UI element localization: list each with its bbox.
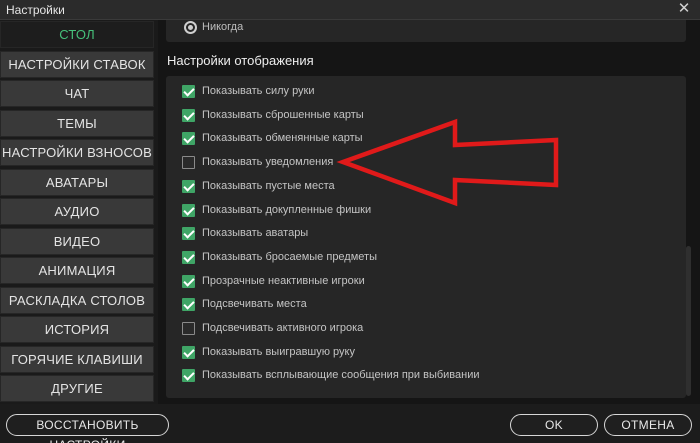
checkbox[interactable] [182, 203, 195, 217]
footer-bar: ВОССТАНОВИТЬ НАСТРОЙКИ OK ОТМЕНА [0, 404, 700, 443]
checkbox[interactable] [182, 85, 195, 98]
sidebar-item-hotkeys[interactable]: ГОРЯЧИЕ КЛАВИШИ [0, 345, 154, 373]
scrollbar-thumb[interactable] [686, 246, 691, 396]
option-label: Показывать пустые места [202, 179, 335, 192]
checkbox[interactable] [182, 227, 195, 241]
sidebar-item-history[interactable]: ИСТОРИЯ [0, 316, 154, 343]
option-label: Показывать всплывающие сообщения при выб… [202, 369, 480, 382]
radio-never[interactable] [184, 21, 197, 34]
settings-content: Никогда Настройки отображения Показывать… [158, 20, 700, 404]
checkbox[interactable] [182, 274, 195, 288]
cancel-button[interactable]: ОТМЕНА [604, 414, 692, 436]
sidebar-item-themes[interactable]: ТЕМЫ [0, 109, 154, 137]
option-winning-hand[interactable]: Показывать выигравшую руку [182, 344, 682, 362]
sidebar-item-table[interactable]: СТОЛ [0, 21, 154, 48]
option-label: Показывать бросаемые предметы [202, 250, 377, 263]
display-settings-panel: Показывать силу руки Показывать сброшенн… [166, 76, 686, 398]
option-label: Подсвечивать места [202, 298, 307, 311]
option-knockout-popups[interactable]: Показывать всплывающие сообщения при выб… [182, 367, 682, 385]
option-empty-seats[interactable]: Показывать пустые места [182, 178, 682, 196]
window-title: Настройки [6, 3, 65, 17]
sidebar-item-chat[interactable]: ЧАТ [0, 80, 154, 107]
option-label: Подсвечивать активного игрока [202, 322, 364, 334]
checkbox[interactable] [182, 179, 195, 193]
sidebar-item-bet-settings[interactable]: НАСТРОЙКИ СТАВОК [0, 50, 154, 78]
option-rebuy-chips[interactable]: Показывать докупленные фишки [182, 202, 682, 220]
checkbox[interactable] [182, 322, 195, 335]
checkbox[interactable] [182, 132, 195, 146]
checkbox[interactable] [182, 298, 195, 312]
sidebar-item-avatars[interactable]: АВАТАРЫ [0, 168, 154, 196]
sidebar-item-buyin-settings[interactable]: НАСТРОЙКИ ВЗНОСОВ [0, 139, 154, 166]
option-label: Показывать уведомления [202, 156, 334, 169]
option-label: Показывать аватары [202, 227, 309, 240]
option-label: Показывать выигравшую руку [202, 345, 355, 358]
option-folded-cards[interactable]: Показывать сброшенные карты [182, 107, 682, 125]
option-label: Показывать силу руки [202, 85, 315, 97]
restore-settings-button[interactable]: ВОССТАНОВИТЬ НАСТРОЙКИ [6, 414, 169, 443]
section-title: Настройки отображения [167, 53, 314, 68]
sidebar-item-audio[interactable]: АУДИО [0, 198, 154, 225]
radio-never-label: Никогда [202, 21, 244, 33]
sidebar-item-table-layout[interactable]: РАСКЛАДКА СТОЛОВ [0, 286, 154, 314]
option-notifications[interactable]: Показывать уведомления [182, 154, 682, 172]
option-label: Прозрачные неактивные игроки [202, 274, 365, 287]
sidebar-item-animation[interactable]: АНИМАЦИЯ [0, 257, 154, 284]
title-bar: Настройки ✕ [0, 0, 700, 20]
option-exchanged-cards[interactable]: Показывать обменянные карты [182, 130, 682, 148]
checkbox[interactable] [182, 250, 195, 264]
option-label: Показывать обменянные карты [202, 132, 363, 145]
checkbox[interactable] [182, 369, 195, 383]
sidebar-item-video[interactable]: ВИДЕО [0, 227, 154, 255]
top-option-panel: Никогда [166, 20, 686, 42]
option-highlight-active-player[interactable]: Подсвечивать активного игрока [182, 320, 682, 338]
close-icon[interactable]: ✕ [676, 1, 692, 17]
option-label: Показывать докупленные фишки [202, 203, 372, 216]
option-label: Показывать сброшенные карты [202, 108, 364, 121]
checkbox[interactable] [182, 345, 195, 359]
checkbox[interactable] [182, 156, 195, 170]
option-avatars[interactable]: Показывать аватары [182, 225, 682, 243]
sidebar-item-other[interactable]: ДРУГИЕ [0, 375, 154, 402]
option-highlight-seats[interactable]: Подсвечивать места [182, 296, 682, 314]
ok-button[interactable]: OK [510, 414, 598, 436]
option-throwables[interactable]: Показывать бросаемые предметы [182, 249, 682, 267]
checkbox[interactable] [182, 108, 195, 122]
settings-sidebar: СТОЛ НАСТРОЙКИ СТАВОК ЧАТ ТЕМЫ НАСТРОЙКИ… [0, 21, 156, 404]
option-transparent-inactive[interactable]: Прозрачные неактивные игроки [182, 273, 682, 291]
option-hand-strength[interactable]: Показывать силу руки [182, 83, 682, 101]
